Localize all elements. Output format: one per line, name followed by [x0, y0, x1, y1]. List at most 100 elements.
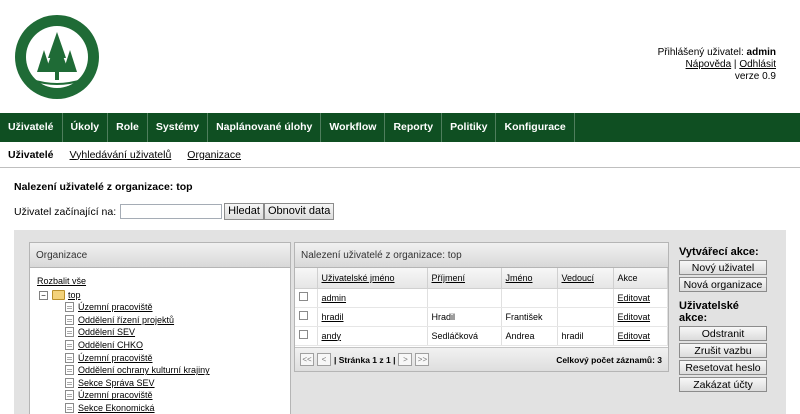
manager-cell: [557, 307, 614, 327]
document-icon: [65, 377, 74, 388]
tree-node[interactable]: Sekce Ekonomická: [65, 402, 290, 414]
sumava-logo: [15, 15, 99, 99]
user-actions-title: Uživatelské akce:: [679, 300, 739, 324]
nav-reports[interactable]: Reporty: [385, 113, 443, 142]
tree-node-label[interactable]: Oddělení řízení projektů: [78, 315, 174, 325]
username-link[interactable]: admin: [322, 293, 347, 303]
tree-node-label[interactable]: Územní pracoviště: [78, 302, 153, 312]
tree-node[interactable]: Oddělení řízení projektů: [65, 314, 290, 327]
document-icon: [65, 327, 74, 338]
users-panel-title: Nalezení uživatelé z organizace: top: [295, 243, 668, 268]
nav-users[interactable]: Uživatelé: [0, 113, 63, 142]
document-icon: [65, 390, 74, 401]
username-link[interactable]: hradil: [322, 312, 344, 322]
users-table: Uživatelské jméno Příjmení Jméno Vedoucí…: [295, 268, 668, 346]
tree-node-label[interactable]: Oddělení CHKO: [78, 340, 143, 350]
expand-all-link[interactable]: Rozbalit vše: [37, 276, 290, 286]
first-page-button[interactable]: <<: [300, 353, 314, 366]
column-username[interactable]: Uživatelské jméno: [317, 268, 428, 289]
column-first-name[interactable]: Jméno: [501, 268, 558, 289]
tree-node[interactable]: Oddělení ochrany kulturní krajiny: [65, 364, 290, 377]
tree-node-label[interactable]: Územní pracoviště: [78, 390, 153, 400]
first-name-cell: Andrea: [501, 326, 558, 346]
table-row: admin Editovat: [295, 288, 668, 308]
tree-node-label[interactable]: Sekce Ekonomická: [78, 403, 155, 413]
disable-accounts-button[interactable]: Zakázat účty: [679, 377, 767, 392]
username-prefix-input[interactable]: [120, 204, 223, 219]
nav-configuration[interactable]: Konfigurace: [496, 113, 575, 142]
tree-node-label[interactable]: Oddělení SEV: [78, 327, 135, 337]
folder-icon: [52, 290, 65, 300]
new-organization-button[interactable]: Nová organizace: [679, 277, 767, 292]
subnav-user-search[interactable]: Vyhledávání uživatelů: [70, 149, 172, 161]
tree-node[interactable]: Oddělení CHKO: [65, 339, 290, 352]
surname-cell: Sedláčková: [427, 326, 502, 346]
row-checkbox[interactable]: [299, 292, 308, 301]
last-page-button[interactable]: >>: [415, 353, 430, 366]
column-action: Akce: [613, 268, 668, 289]
edit-link[interactable]: Editovat: [618, 312, 651, 322]
surname-cell: [427, 288, 502, 308]
document-icon: [65, 403, 74, 414]
logged-user-label: Přihlášený uživatel:: [657, 47, 744, 58]
table-header-row: Uživatelské jméno Příjmení Jméno Vedoucí…: [295, 268, 668, 289]
tree-node[interactable]: Územní pracoviště: [65, 389, 290, 402]
tree-root[interactable]: − top: [37, 289, 290, 301]
search-row: Uživatel začínající na: Hledat Obnovit d…: [14, 203, 335, 220]
document-icon: [65, 365, 74, 376]
search-label: Uživatel začínající na:: [14, 205, 117, 218]
page-title: Nalezení uživatelé z organizace: top: [14, 181, 193, 193]
organization-panel-title: Organizace: [30, 243, 290, 268]
nav-scheduled-jobs[interactable]: Naplánované úlohy: [208, 113, 322, 142]
organization-tree: Rozbalit vše − top Územní pracoviště Odd…: [30, 268, 290, 414]
find-button[interactable]: Hledat: [224, 203, 264, 220]
edit-link[interactable]: Editovat: [618, 331, 651, 341]
reset-password-button[interactable]: Resetovat heslo: [679, 360, 767, 375]
tree-children: Územní pracoviště Oddělení řízení projek…: [37, 301, 290, 414]
tree-node[interactable]: Územní pracoviště: [65, 351, 290, 364]
nav-roles[interactable]: Role: [108, 113, 148, 142]
nav-workflow[interactable]: Workflow: [321, 113, 386, 142]
help-link[interactable]: Nápověda: [686, 59, 732, 70]
tree-node[interactable]: Sekce Správa SEV: [65, 377, 290, 390]
create-actions-title: Vytvářecí akce:: [679, 246, 759, 258]
actions-panel: Vytvářecí akce: Nový uživatel Nová organ…: [679, 246, 769, 394]
nav-systems[interactable]: Systémy: [148, 113, 209, 142]
tree-node[interactable]: Územní pracoviště: [65, 301, 290, 314]
subnav-organizations[interactable]: Organizace: [187, 149, 241, 161]
logged-user-name: admin: [746, 47, 776, 58]
page-indicator: | Stránka 1 z 1 |: [334, 354, 396, 365]
column-manager[interactable]: Vedoucí: [557, 268, 614, 289]
new-user-button[interactable]: Nový uživatel: [679, 260, 767, 275]
tree-node[interactable]: Oddělení SEV: [65, 326, 290, 339]
next-page-button[interactable]: >: [398, 353, 413, 366]
tree-root-label[interactable]: top: [68, 290, 81, 300]
logout-link[interactable]: Odhlásit: [739, 59, 776, 70]
manager-cell: hradil: [557, 326, 614, 346]
previous-page-button[interactable]: <: [317, 353, 331, 366]
tree-node-label[interactable]: Sekce Správa SEV: [78, 378, 155, 388]
row-checkbox[interactable]: [299, 330, 308, 339]
first-name-cell: [501, 288, 558, 308]
edit-link[interactable]: Editovat: [618, 293, 651, 303]
username-link[interactable]: andy: [322, 331, 342, 341]
delete-button[interactable]: Odstranit: [679, 326, 767, 341]
tree-node-label[interactable]: Oddělení ochrany kulturní krajiny: [78, 365, 210, 375]
link-separator: |: [733, 59, 737, 70]
select-column-header: [295, 268, 318, 289]
row-checkbox[interactable]: [299, 311, 308, 320]
refresh-data-button[interactable]: Obnovit data: [263, 203, 335, 220]
tree-node-label[interactable]: Územní pracoviště: [78, 353, 153, 363]
collapse-toggle-icon[interactable]: −: [39, 290, 48, 300]
table-row: hradil Hradil František Editovat: [295, 307, 668, 327]
unlink-button[interactable]: Zrušit vazbu: [679, 343, 767, 358]
surname-cell: Hradil: [427, 307, 502, 327]
main-navigation: Uživatelé Úkoly Role Systémy Naplánované…: [0, 113, 800, 142]
column-surname[interactable]: Příjmení: [427, 268, 502, 289]
subnav-users[interactable]: Uživatelé: [8, 149, 54, 161]
header: Přihlášený uživatel: admin Nápověda | Od…: [0, 0, 800, 113]
nav-policies[interactable]: Politiky: [442, 113, 497, 142]
nav-tasks[interactable]: Úkoly: [63, 113, 109, 142]
document-icon: [65, 352, 74, 363]
table-row: andy Sedláčková Andrea hradil Editovat: [295, 326, 668, 346]
